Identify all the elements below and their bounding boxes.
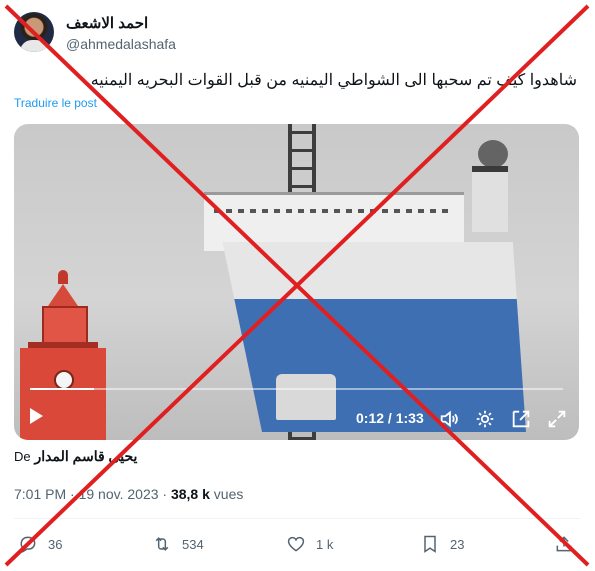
share-icon <box>556 536 572 552</box>
pip-icon[interactable] <box>510 408 532 430</box>
views-label: vues <box>213 486 244 502</box>
lighthouse-dome <box>58 270 68 284</box>
video-funnel <box>472 166 508 232</box>
time-total: 1:33 <box>395 410 424 426</box>
video-time: 0:12 / 1:33 <box>356 410 424 426</box>
tweet-text: شاهدوا كيف تم سحبها الى الشواطي اليمنيه … <box>90 72 577 89</box>
play-icon[interactable] <box>30 408 43 424</box>
bookmark-button[interactable]: 23 <box>420 534 464 554</box>
repost-button[interactable]: 534 <box>152 534 204 554</box>
avatar-shirt <box>20 40 48 52</box>
credit-prefix: De <box>14 449 31 464</box>
avatar[interactable] <box>14 12 54 52</box>
reply-button[interactable]: 36 <box>18 534 62 554</box>
volume-icon[interactable] <box>438 408 460 430</box>
video-tugboat <box>276 374 336 420</box>
settings-icon[interactable] <box>474 408 496 430</box>
lighthouse-roof <box>48 284 78 306</box>
credit-author[interactable]: يحيى قاسم المدار <box>35 448 138 464</box>
video-smoke <box>478 140 508 168</box>
fullscreen-icon[interactable] <box>546 408 568 430</box>
like-count: 1 k <box>316 536 334 552</box>
like-button[interactable]: 1 k <box>286 534 333 554</box>
tweet-time[interactable]: 7:01 PM <box>14 486 66 502</box>
share-button[interactable] <box>554 534 574 554</box>
divider <box>14 518 580 519</box>
time-separator: / <box>384 410 396 426</box>
user-handle[interactable]: @ahmedalashafa <box>66 36 176 52</box>
lighthouse-lamp <box>42 306 88 346</box>
video-progress-fill <box>30 388 94 390</box>
video-credit: De يحيى قاسم المدار <box>14 448 137 465</box>
lighthouse-body <box>20 348 106 440</box>
bookmark-icon <box>424 535 436 553</box>
video-ship-hull <box>222 242 526 432</box>
video-player[interactable]: 0:12 / 1:33 <box>14 124 579 440</box>
tweet-meta: 7:01 PM · 19 nov. 2023 · 38,8 k vues <box>14 486 244 502</box>
bookmark-count: 23 <box>450 536 465 552</box>
lighthouse-porthole <box>54 370 74 390</box>
time-current: 0:12 <box>356 410 385 426</box>
display-name[interactable]: احمد الاشعف <box>66 14 148 32</box>
ship-windows <box>214 209 454 213</box>
repost-count: 534 <box>182 536 204 552</box>
tweet-date[interactable]: 19 nov. 2023 <box>79 486 159 502</box>
like-icon <box>287 536 305 552</box>
video-progress-track[interactable] <box>30 388 563 390</box>
reply-icon <box>20 536 36 553</box>
translate-link[interactable]: Traduire le post <box>14 96 97 110</box>
views-count: 38,8 k <box>170 486 210 502</box>
repost-icon <box>155 537 169 551</box>
reply-count: 36 <box>48 536 63 552</box>
